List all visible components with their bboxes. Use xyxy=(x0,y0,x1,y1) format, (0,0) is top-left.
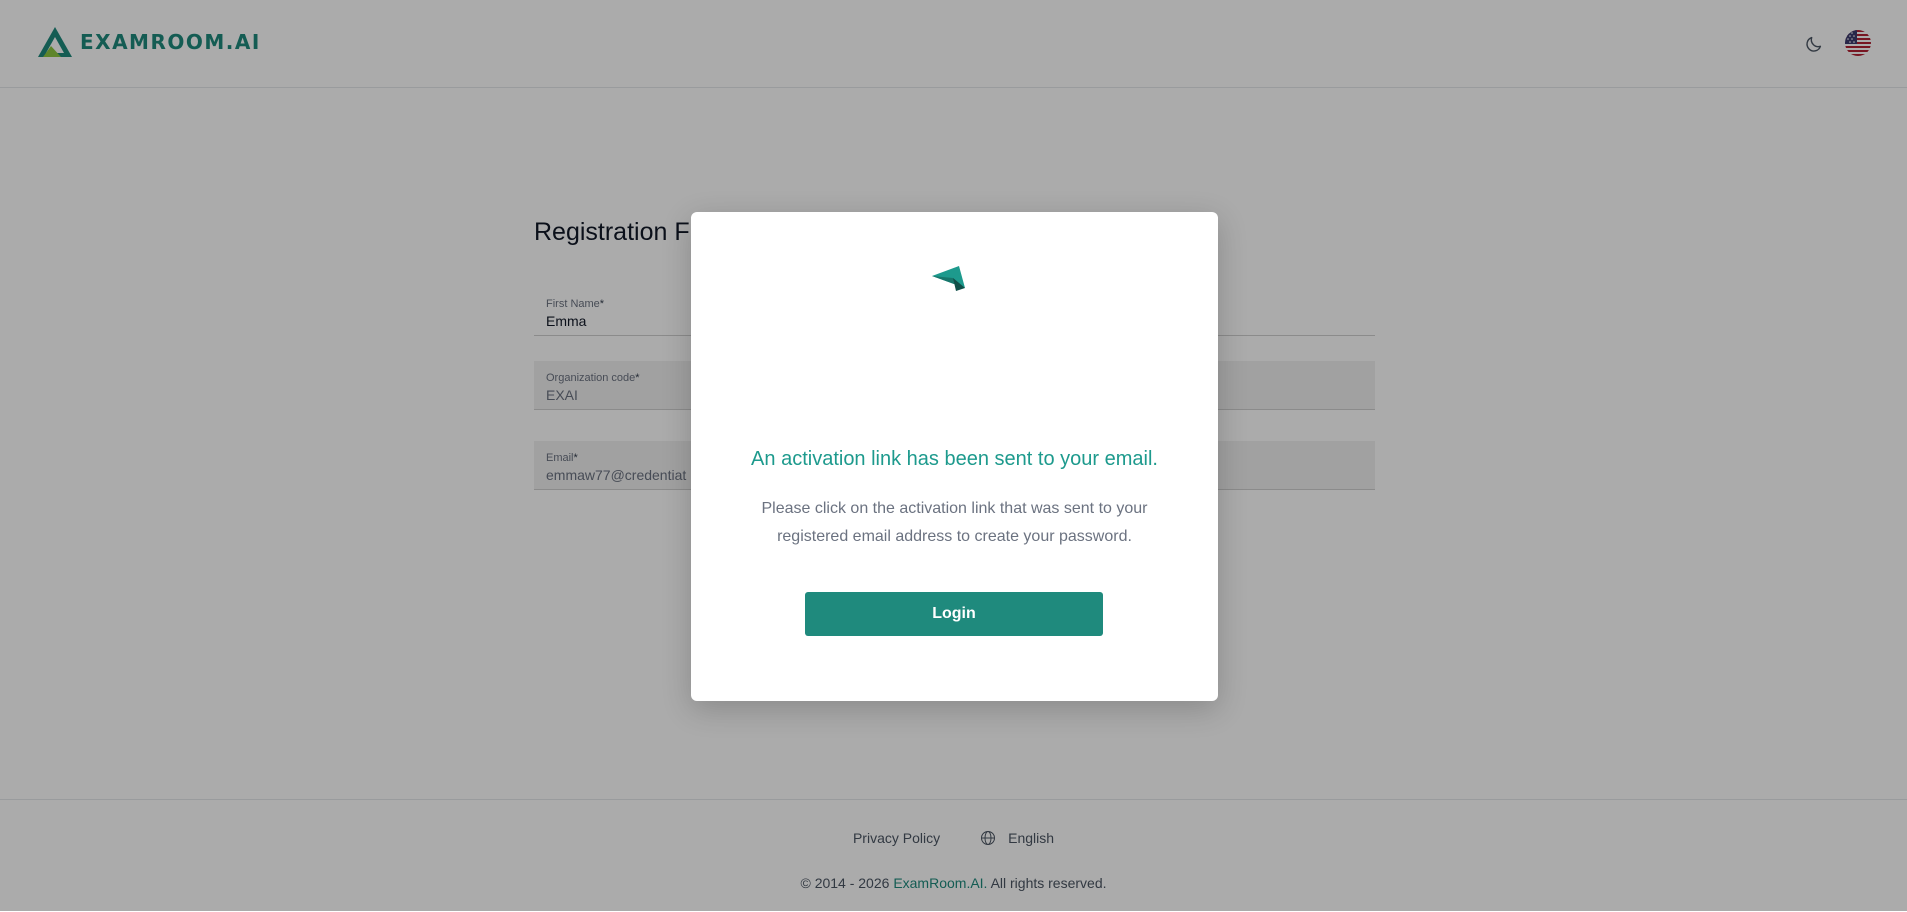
modal-title: An activation link has been sent to your… xyxy=(751,448,1158,470)
paper-plane-icon xyxy=(932,266,965,291)
modal-message: Please click on the activation link that… xyxy=(761,500,1148,545)
activation-modal: An activation link has been sent to your… xyxy=(691,212,1218,701)
login-button[interactable]: Login xyxy=(805,592,1103,636)
